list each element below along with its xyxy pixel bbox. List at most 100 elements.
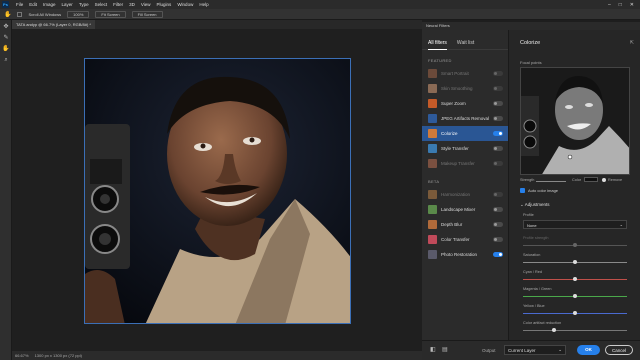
profile-dropdown[interactable]: None ⌄ [523,220,627,229]
filter-toggle[interactable] [493,207,503,212]
filter-label: Depth Blur [441,222,463,227]
slider-knob[interactable] [573,311,577,315]
focal-points-label: Focal points [520,60,542,65]
hand-tool-icon: ✋ [4,11,12,18]
strength-label: Strength [520,178,535,182]
filter-thumbnail [428,220,437,229]
fit-screen-button[interactable]: Fit Screen [95,10,126,18]
menu-item[interactable]: View [138,2,154,7]
color-label: Color [572,178,582,182]
filter-toggle[interactable] [493,146,503,151]
filter-row[interactable]: Harmonization [422,187,508,202]
filter-row[interactable]: JPEG Artifacts Removal [422,111,508,126]
adjustments-header[interactable]: ⌄ Adjustments [520,202,550,208]
filter-toggle[interactable] [493,86,503,91]
filter-toggle[interactable] [493,161,503,166]
document-tab[interactable]: TATA andyp @ 66.7% (Layer 0, RGB/8#) * [12,20,95,29]
filter-thumbnail [428,250,437,259]
zoom-tool-icon[interactable]: ⌕ [2,56,10,64]
status-doc-info: 1300 px x 1300 px (72 ppi) [34,353,82,358]
slider-knob[interactable] [573,243,577,247]
filter-label: JPEG Artifacts Removal [441,116,490,121]
slider-knob[interactable] [573,294,577,298]
filter-toggle[interactable] [493,131,503,136]
portrait-photo [85,59,350,323]
slider-label: Saturation [523,253,541,257]
menu-item[interactable]: Filter [110,2,126,7]
filter-row[interactable]: Smart Portrait [422,66,508,81]
filter-thumbnail [428,69,437,78]
hand-tool-icon[interactable]: ✋ [2,45,10,53]
slider-knob[interactable] [552,328,557,332]
menu-item[interactable]: Type [76,2,92,7]
move-tool-icon[interactable]: ✥ [2,23,10,31]
menu-items: File Edit Image Layer Type Select Filter 3D View… [13,2,212,7]
filter-row[interactable]: Depth Blur [422,217,508,232]
scroll-all-windows-label: Scroll All Windows [28,11,62,17]
window-controls: – □ ✕ [608,2,640,8]
adjustment-slider-row: Profile strength [523,236,627,247]
menu-item[interactable]: Window [174,2,196,7]
beta-section-title: BETA [428,179,440,184]
adjustment-slider-row: Color artifact reduction [523,321,627,332]
zoom-100-button[interactable]: 100% [67,10,90,18]
filter-toggle[interactable] [493,222,503,227]
maximize-button[interactable]: □ [619,2,622,8]
slider-knob[interactable] [573,260,577,264]
filter-thumbnail [428,99,437,108]
menu-item[interactable]: 3D [126,2,138,7]
neural-filters-panel-header: Neural Filters [422,22,640,30]
feedback-icon[interactable]: ▤ [442,346,448,353]
close-button[interactable]: ✕ [630,2,634,8]
menu-item[interactable]: Select [92,2,111,7]
menu-item[interactable]: Layer [59,2,76,7]
output-label: Output [482,348,496,353]
color-swatch[interactable] [584,177,598,182]
ok-button[interactable]: OK [577,345,600,355]
photoshop-logo[interactable]: Ps [2,1,9,8]
strength-slider[interactable] [536,181,566,182]
chevron-down-icon: ⌄ [619,222,623,227]
filter-row[interactable]: Skin Smoothing [422,81,508,96]
tab-all-filters[interactable]: All filters [428,40,447,50]
filter-row[interactable]: Color Transfer [422,232,508,247]
cancel-button[interactable]: Cancel [605,345,633,355]
brush-tool-icon[interactable]: ✎ [2,34,10,42]
minimize-button[interactable]: – [608,2,611,8]
menu-bar: Ps File Edit Image Layer Type Select Filter 3D V… [0,0,640,9]
collapse-panel-icon[interactable]: ⇱ [630,40,634,46]
filter-row[interactable]: Photo Restoration [422,247,508,262]
menu-item[interactable]: Plugins [154,2,175,7]
strength-row: Strength Color Remove [520,177,632,188]
layers-icon[interactable]: ◧ [430,346,436,353]
document-image[interactable] [84,58,351,324]
filter-toggle[interactable] [493,192,503,197]
menu-item[interactable]: File [13,2,26,7]
menu-item[interactable]: Image [40,2,59,7]
featured-section-title: FEATURED [428,58,452,63]
slider-knob[interactable] [573,277,577,281]
tab-wait-list[interactable]: Wait list [457,40,474,49]
neural-filters-footer: ◧ ▤ Output Current Layer ⌄ OK Cancel [422,340,640,360]
auto-color-checkbox[interactable] [520,188,525,193]
remove-icon[interactable] [602,178,606,182]
output-dropdown[interactable]: Current Layer ⌄ [504,345,566,355]
filter-toggle[interactable] [493,116,503,121]
options-bar: ✋ Scroll All Windows 100% Fit Screen Fil… [0,9,640,20]
filter-row[interactable]: Style Transfer [422,141,508,156]
filter-toggle[interactable] [493,101,503,106]
menu-item[interactable]: Help [196,2,211,7]
filter-row[interactable]: Colorize [422,126,508,141]
menu-item[interactable]: Edit [26,2,40,7]
filter-toggle[interactable] [493,237,503,242]
filter-row[interactable]: Landscape Mixer [422,202,508,217]
filter-toggle[interactable] [493,252,503,257]
focal-points-preview[interactable] [520,67,630,175]
filter-row[interactable]: Makeup Transfer [422,156,508,171]
filter-row[interactable]: Super Zoom [422,96,508,111]
filter-toggle[interactable] [493,71,503,76]
scroll-all-windows-checkbox[interactable] [17,11,23,17]
remove-label[interactable]: Remove [608,178,622,182]
fill-screen-button[interactable]: Fill Screen [131,10,163,18]
slider-track[interactable] [523,330,627,331]
